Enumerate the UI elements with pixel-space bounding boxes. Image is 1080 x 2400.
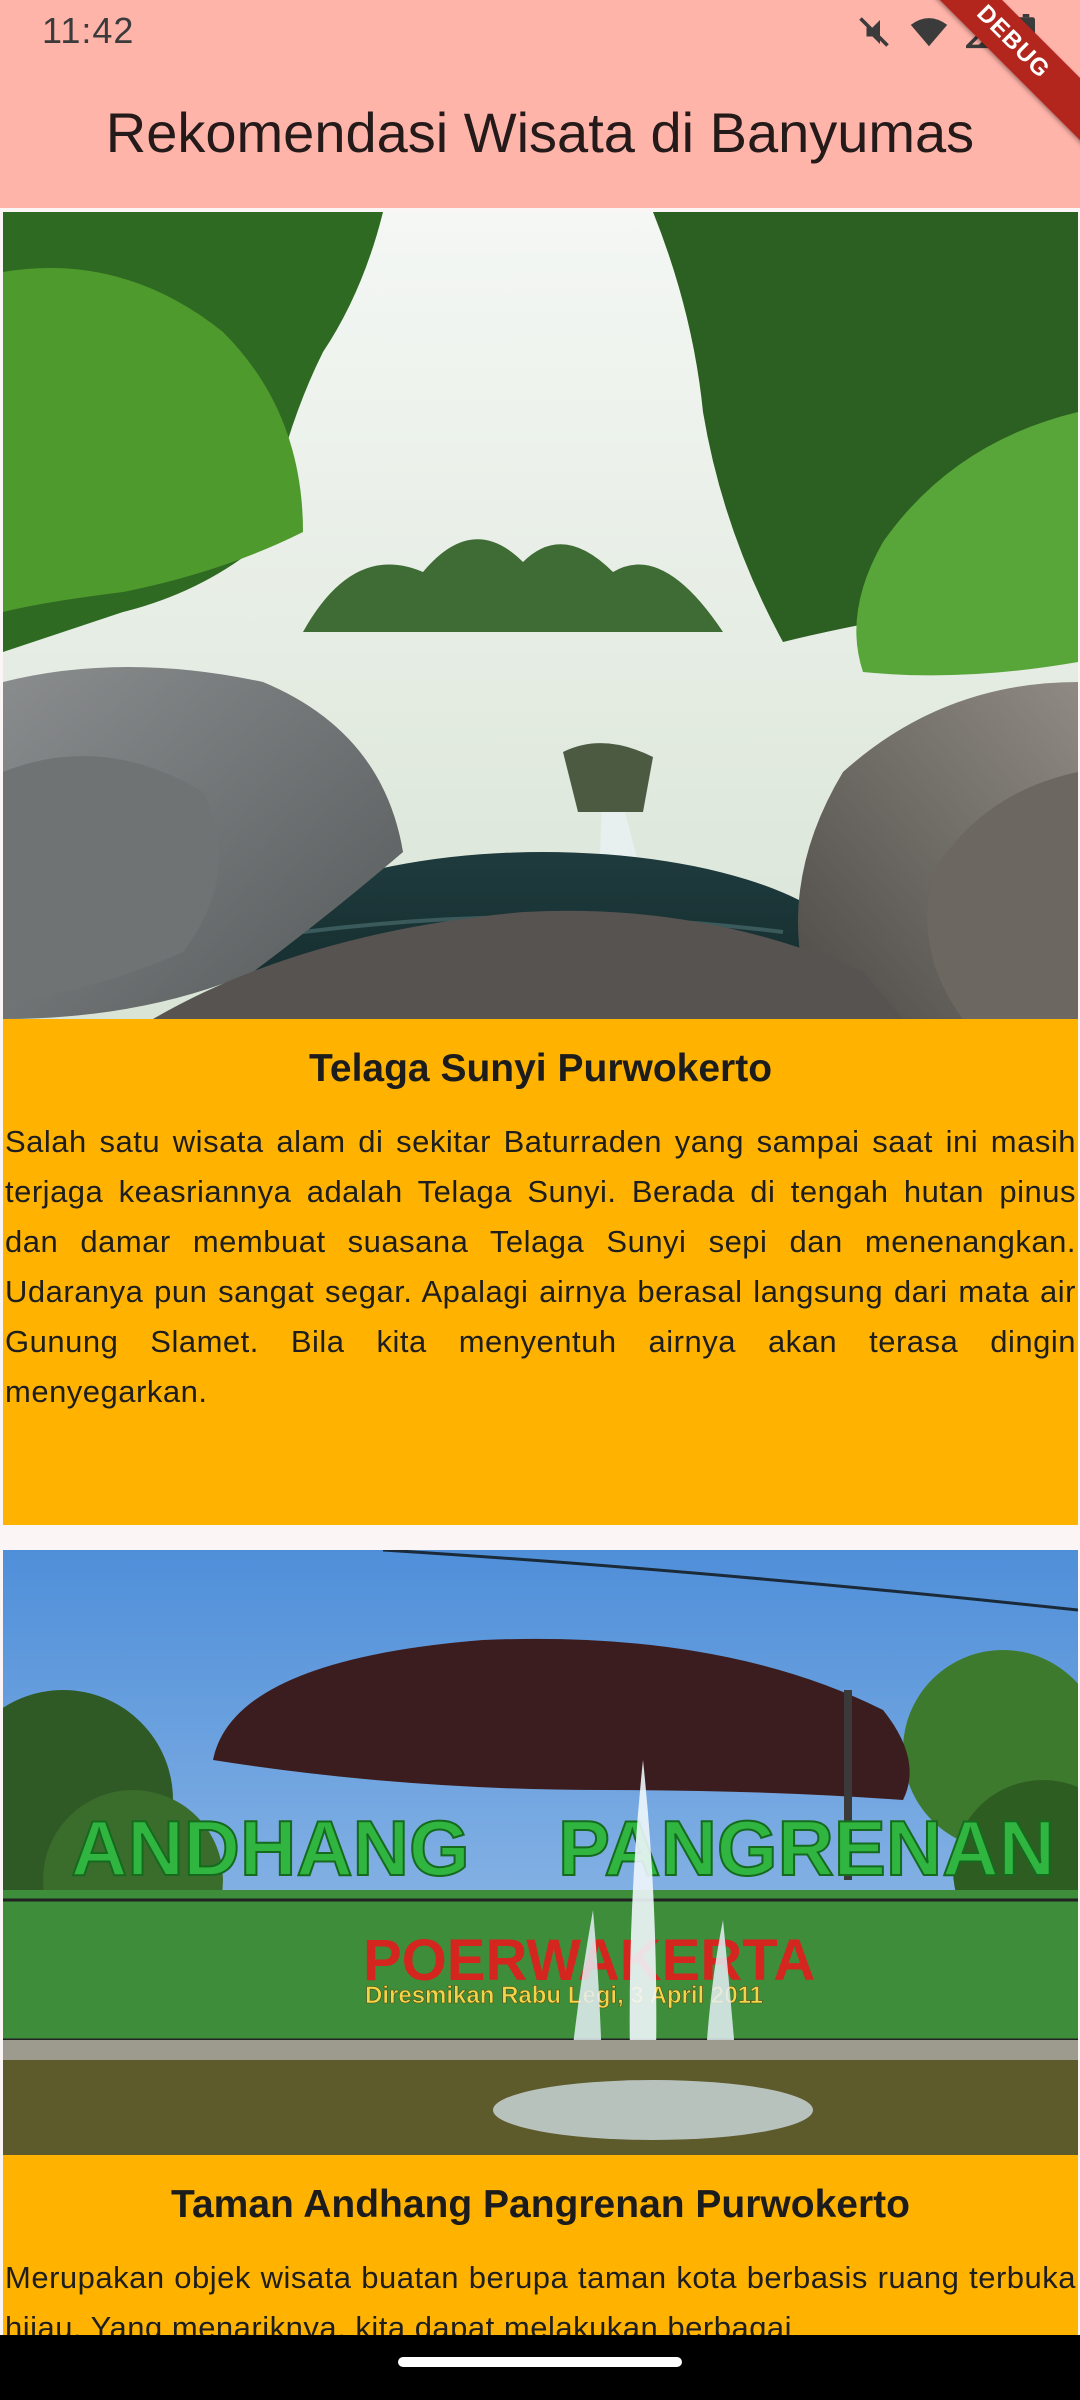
status-time: 11:42 bbox=[42, 10, 135, 51]
card-title: Telaga Sunyi Purwokerto bbox=[308, 1047, 773, 1090]
home-gesture-handle[interactable] bbox=[398, 2357, 682, 2367]
screen: 11:42 Rekomendasi Wisata di Banyumas DEB… bbox=[0, 0, 1080, 2400]
image-sign-word1: ANDHANG bbox=[71, 1804, 470, 1892]
page-title: Rekomendasi Wisata di Banyumas bbox=[105, 101, 975, 164]
destination-card[interactable]: Telaga Sunyi Purwokerto Salah satu wisat… bbox=[3, 212, 1078, 1525]
destination-card[interactable]: ANDHANG PANGRENAN POERWAKERTA Diresmikan… bbox=[3, 1550, 1078, 2400]
image-sign-plaque: Diresmikan Rabu Legi, 3 April 2011 bbox=[365, 1982, 763, 2009]
mute-icon bbox=[856, 14, 892, 50]
system-nav-bar bbox=[0, 2335, 1080, 2400]
app-bar: 11:42 Rekomendasi Wisata di Banyumas bbox=[0, 0, 1080, 208]
park-sign-fountain-photo: ANDHANG PANGRENAN POERWAKERTA Diresmikan… bbox=[3, 1550, 1078, 2155]
card-title: Taman Andhang Pangrenan Purwokerto bbox=[171, 2183, 910, 2226]
card-description: Salah satu wisata alam di sekitar Baturr… bbox=[5, 1124, 1076, 1409]
card-body: Telaga Sunyi Purwokerto Salah satu wisat… bbox=[3, 1019, 1078, 1525]
image-sign-word2: PANGRENAN bbox=[558, 1804, 1055, 1892]
waterfall-lake-photo bbox=[3, 212, 1078, 1019]
wifi-icon bbox=[910, 15, 948, 49]
